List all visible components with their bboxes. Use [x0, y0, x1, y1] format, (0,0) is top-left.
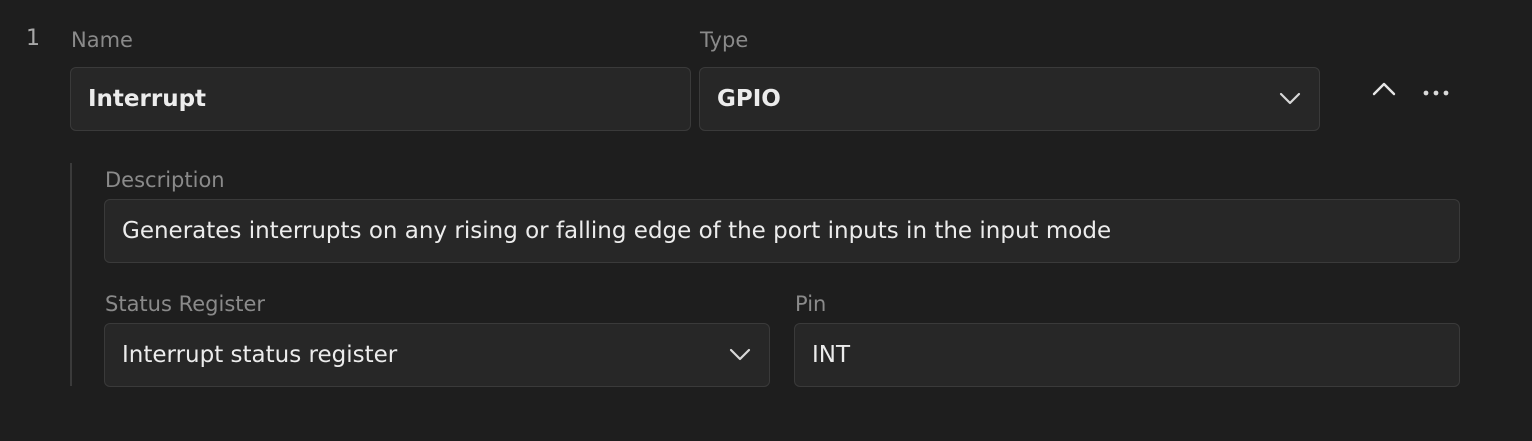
type-select[interactable]: GPIO	[699, 67, 1320, 131]
chevron-down-icon	[728, 343, 752, 367]
chevron-up-icon	[1372, 81, 1396, 101]
pin-value: INT	[812, 342, 851, 368]
group-divider	[70, 163, 72, 386]
name-input[interactable]: Interrupt	[70, 67, 691, 131]
more-horizontal-icon	[1422, 82, 1450, 101]
description-input[interactable]: Generates interrupts on any rising or fa…	[104, 199, 1460, 263]
type-value: GPIO	[717, 86, 781, 112]
type-label: Type	[700, 28, 749, 52]
more-button[interactable]	[1420, 75, 1452, 107]
description-label: Description	[105, 168, 225, 192]
pin-label: Pin	[795, 292, 827, 316]
row-index: 1	[26, 26, 40, 51]
chevron-down-icon	[1278, 87, 1302, 111]
status-register-value: Interrupt status register	[122, 342, 398, 368]
collapse-button[interactable]	[1368, 75, 1400, 107]
status-register-select[interactable]: Interrupt status register	[104, 323, 770, 387]
name-label: Name	[71, 28, 133, 52]
status-register-label: Status Register	[105, 292, 266, 316]
name-value: Interrupt	[88, 86, 207, 112]
description-value: Generates interrupts on any rising or fa…	[122, 218, 1112, 244]
pin-input[interactable]: INT	[794, 323, 1460, 387]
